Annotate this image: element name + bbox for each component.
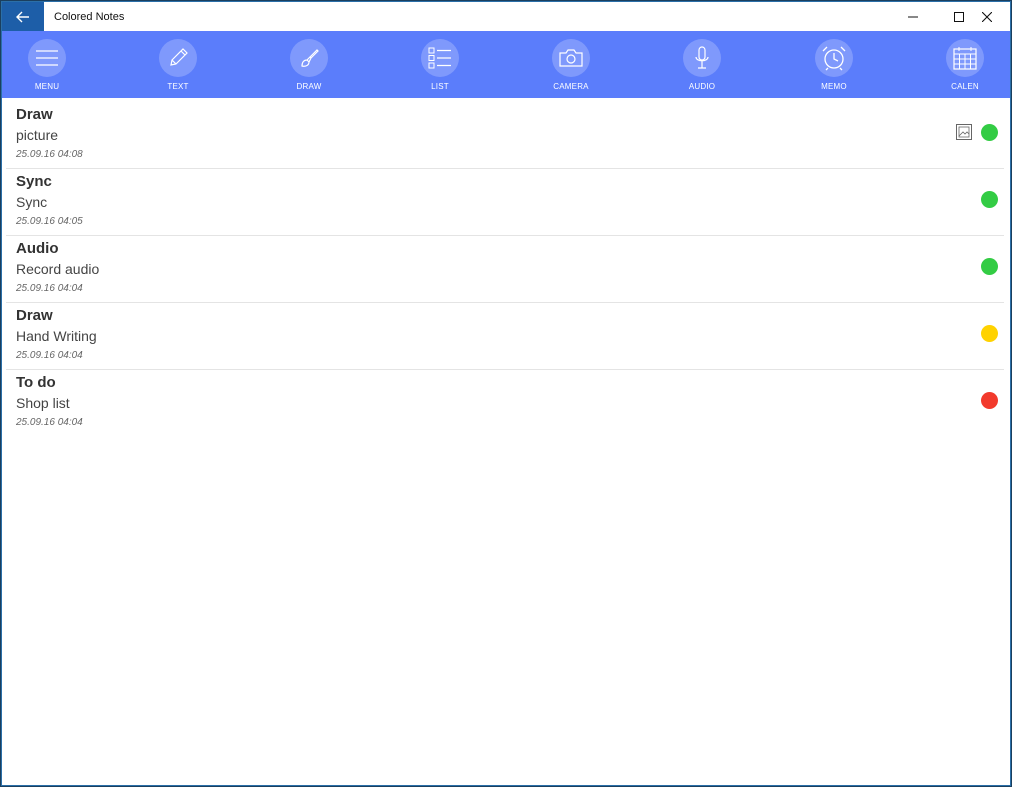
- menu-icon-circle: [28, 39, 66, 77]
- calendar-icon: [953, 47, 977, 70]
- toolbar-label: LIST: [431, 82, 449, 91]
- toolbar: MENU TEXT DRAW LIST CAMERA AUDIO MEMO CA…: [2, 31, 1010, 98]
- note-color-dot[interactable]: [981, 258, 998, 275]
- toolbar-label: DRAW: [296, 82, 322, 91]
- checklist-icon: [428, 47, 451, 69]
- toolbar-draw-button[interactable]: DRAW: [269, 31, 349, 98]
- title-bar: Colored Notes: [2, 2, 1010, 32]
- note-item[interactable]: Draw Hand Writing 25.09.16 04:04: [6, 303, 1004, 370]
- note-title: To do: [16, 374, 56, 391]
- note-item[interactable]: To do Shop list 25.09.16 04:04: [6, 370, 1004, 436]
- note-title: Draw: [16, 307, 53, 324]
- note-body: picture: [16, 127, 59, 143]
- alarm-clock-icon-circle: [815, 39, 853, 77]
- pencil-icon: [170, 48, 188, 66]
- brush-icon-circle: [290, 39, 328, 77]
- minimize-button[interactable]: [890, 2, 936, 32]
- toolbar-label: MEMO: [821, 82, 847, 91]
- note-body: Shop list: [16, 395, 70, 411]
- window-title: Colored Notes: [54, 11, 125, 23]
- note-body: Record audio: [16, 261, 100, 277]
- checklist-icon-circle: [421, 39, 459, 77]
- note-date: 25.09.16 04:08: [16, 149, 83, 160]
- toolbar-label: TEXT: [167, 82, 189, 91]
- note-body: Sync: [16, 194, 48, 210]
- close-icon: [982, 12, 992, 22]
- note-item[interactable]: Audio Record audio 25.09.16 04:04: [6, 236, 1004, 303]
- note-date: 25.09.16 04:04: [16, 417, 83, 428]
- calendar-icon-circle: [946, 39, 984, 77]
- toolbar-label: CALEN: [951, 82, 979, 91]
- note-color-dot[interactable]: [981, 191, 998, 208]
- note-title: Draw: [16, 106, 53, 123]
- camera-icon-circle: [552, 39, 590, 77]
- camera-icon: [559, 49, 583, 67]
- alarm-clock-icon: [822, 46, 846, 71]
- note-color-dot[interactable]: [981, 325, 998, 342]
- toolbar-menu-button[interactable]: MENU: [7, 31, 87, 98]
- note-date: 25.09.16 04:04: [16, 283, 83, 294]
- close-button[interactable]: [964, 2, 1010, 32]
- note-color-dot[interactable]: [981, 124, 998, 141]
- app-window: Colored Notes MENU TEXT DRAW LIST CAMERA…: [1, 1, 1011, 786]
- toolbar-label: MENU: [34, 82, 60, 91]
- note-title: Sync: [16, 173, 52, 190]
- toolbar-camera-button[interactable]: CAMERA: [531, 31, 611, 98]
- minimize-icon: [908, 16, 918, 18]
- maximize-icon: [954, 12, 964, 22]
- microphone-icon: [695, 46, 709, 69]
- image-attachment-icon: [956, 124, 972, 140]
- back-arrow-icon: [16, 11, 29, 23]
- microphone-icon-circle: [683, 39, 721, 77]
- back-button[interactable]: [2, 2, 44, 32]
- brush-icon: [301, 49, 319, 67]
- pencil-icon-circle: [159, 39, 197, 77]
- toolbar-calendar-button[interactable]: CALEN: [925, 31, 1005, 98]
- menu-icon: [36, 50, 58, 66]
- note-title: Audio: [16, 240, 59, 257]
- note-item[interactable]: Draw picture 25.09.16 04:08: [6, 102, 1004, 169]
- note-date: 25.09.16 04:04: [16, 350, 83, 361]
- toolbar-memo-button[interactable]: MEMO: [794, 31, 874, 98]
- note-date: 25.09.16 04:05: [16, 216, 83, 227]
- note-item[interactable]: Sync Sync 25.09.16 04:05: [6, 169, 1004, 236]
- note-color-dot[interactable]: [981, 392, 998, 409]
- notes-list: Draw picture 25.09.16 04:08 Sync Sync 25…: [6, 102, 1004, 436]
- toolbar-list-button[interactable]: LIST: [400, 31, 480, 98]
- toolbar-text-button[interactable]: TEXT: [138, 31, 218, 98]
- toolbar-label: AUDIO: [688, 82, 716, 91]
- toolbar-label: CAMERA: [553, 82, 589, 91]
- note-body: Hand Writing: [16, 328, 97, 344]
- toolbar-audio-button[interactable]: AUDIO: [662, 31, 742, 98]
